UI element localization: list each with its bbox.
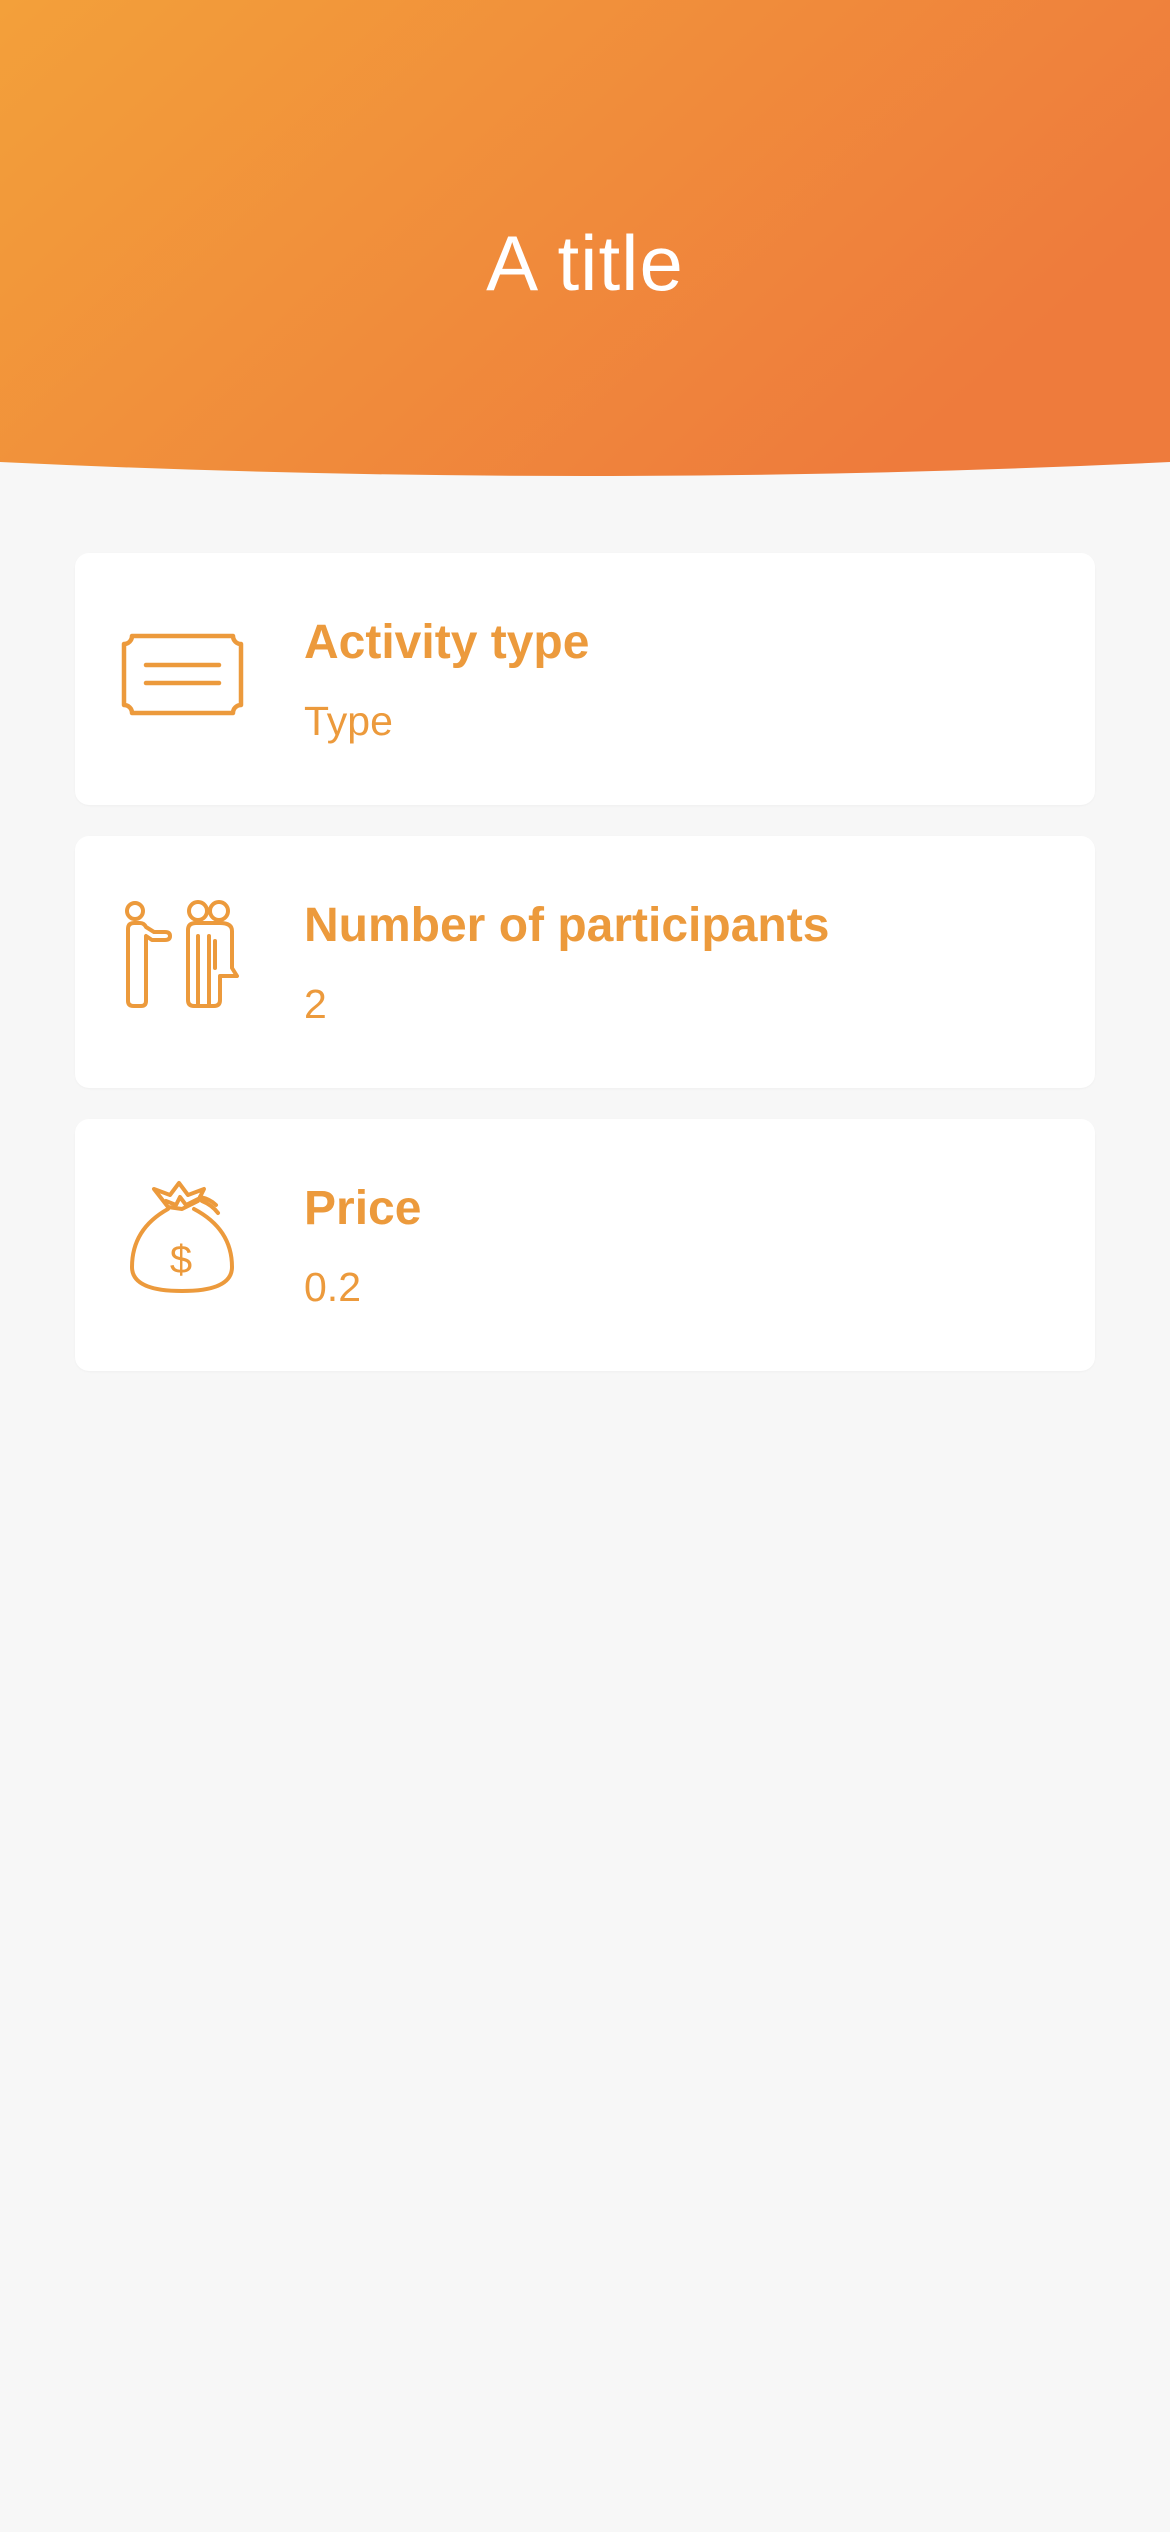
card-title: Number of participants [304,899,830,952]
svg-text:$: $ [170,1238,192,1282]
card-value: Type [304,698,393,744]
page-title: A title [486,219,684,307]
ticket-icon [120,613,250,743]
card-title: Price [304,1182,422,1235]
card-title: Activity type [304,616,590,669]
card-value: 2 [304,981,327,1027]
activity-type-card: Activity type Type [75,553,1095,805]
header: A title [0,0,1170,480]
card-value: 0.2 [304,1264,361,1310]
money-bag-icon: $ [120,1179,250,1309]
price-card: $ Price 0.2 [75,1119,1095,1371]
participants-card: Number of participants 2 [75,836,1095,1088]
participants-icon [120,896,250,1026]
